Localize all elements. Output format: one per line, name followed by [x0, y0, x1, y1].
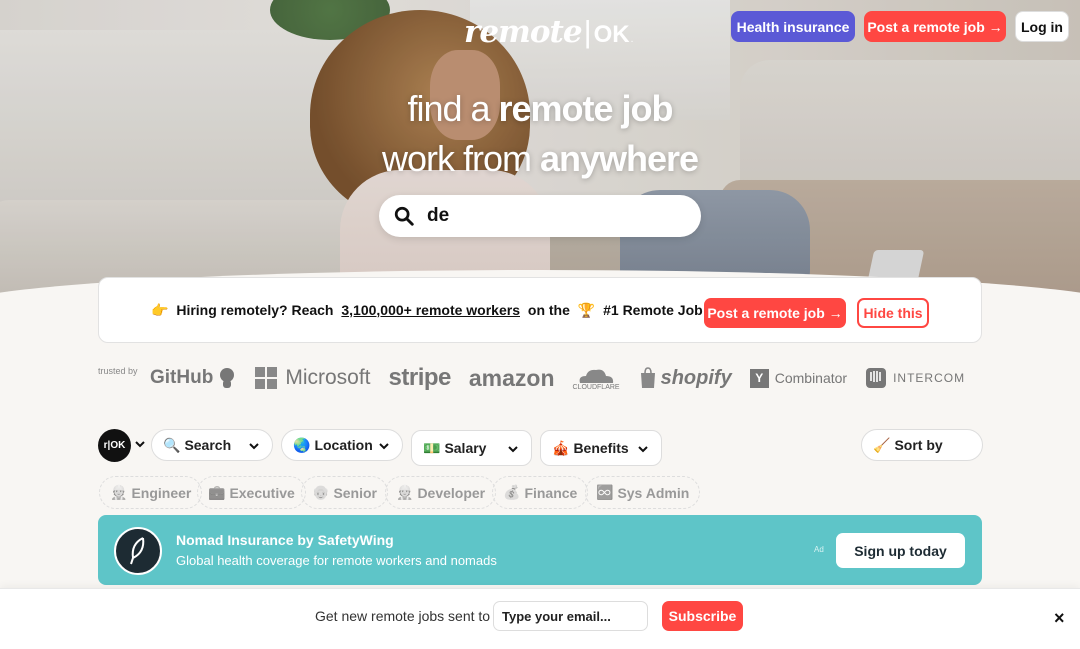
hero-headline-1: find a remote job: [407, 88, 673, 129]
chevron-down-icon: [379, 443, 389, 450]
briefcase-icon: 💼: [208, 484, 226, 500]
tag-executive[interactable]: 💼 Executive: [197, 476, 306, 509]
search-icon: [394, 206, 414, 226]
ad-signup-button[interactable]: Sign up today: [836, 533, 965, 568]
banner-post-job-button[interactable]: Post a remote job →: [704, 298, 846, 328]
hero-search-box[interactable]: [379, 195, 701, 237]
stripe-logo: stripe: [388, 364, 452, 391]
worker-icon: 👷: [396, 484, 414, 500]
filter-location[interactable]: 🌏 Location: [281, 429, 403, 461]
github-logo: GitHub: [150, 367, 237, 389]
site-logo[interactable]: remote | OK .: [464, 14, 633, 58]
email-field[interactable]: [493, 601, 648, 631]
old-man-icon: 👴: [312, 484, 330, 500]
hiring-reach-link[interactable]: 3,100,000+ remote workers: [341, 302, 520, 318]
tag-engineer[interactable]: 👷 Engineer: [99, 476, 203, 509]
shopping-bag-icon: [640, 367, 655, 388]
pointing-hand-icon: 👉: [151, 301, 169, 318]
ycombinator-logo: Y Combinator: [749, 368, 847, 388]
chevron-down-icon: [508, 446, 518, 453]
banner-hide-button[interactable]: Hide this: [857, 298, 929, 328]
ad-subtitle: Global health coverage for remote worker…: [176, 553, 497, 568]
logo-dot: .: [630, 34, 634, 45]
intercom-logo: INTERCOM: [865, 367, 965, 389]
ad-title: Nomad Insurance by SafetyWing: [176, 532, 394, 548]
login-button[interactable]: Log in: [1015, 11, 1069, 42]
infinity-icon: ♾️: [596, 484, 614, 500]
tag-sys-admin[interactable]: ♾️ Sys Admin: [585, 476, 701, 509]
tag-finance[interactable]: 💰 Finance: [492, 476, 589, 509]
tag-senior[interactable]: 👴 Senior: [301, 476, 389, 509]
magnifier-icon: 🔍: [163, 436, 181, 453]
ad-label: Ad: [814, 545, 824, 554]
trusted-logos-row: GitHub Microsoft stripe amazon CLOUDFLAR…: [150, 360, 982, 396]
chevron-down-icon[interactable]: [134, 438, 146, 450]
intercom-icon: [866, 368, 887, 388]
logo-separator: |: [583, 14, 592, 49]
worker-icon: 👷: [110, 484, 128, 500]
site-avatar[interactable]: r|OK: [98, 429, 131, 462]
filter-benefits[interactable]: 🎪 Benefits: [540, 430, 662, 466]
logo-remote-text: remote: [464, 14, 583, 50]
microsoft-grid-icon: [255, 367, 278, 389]
amazon-logo: amazon: [468, 364, 555, 391]
microsoft-logo: Microsoft: [255, 366, 371, 390]
cloudflare-logo: CLOUDFLARE: [573, 366, 620, 391]
filter-sort-by[interactable]: 🧹 Sort by: [861, 429, 983, 461]
feather-icon: [114, 527, 162, 575]
broom-icon: 🧹: [873, 436, 891, 453]
hero-headline-2: work from anywhere: [381, 138, 699, 179]
subscribe-bar: Get new remote jobs sent to Subscribe ×: [0, 588, 1080, 649]
trophy-icon: 🏆: [577, 301, 596, 318]
close-icon[interactable]: ×: [1054, 609, 1068, 627]
post-remote-job-button[interactable]: Post a remote job →: [864, 11, 1006, 42]
subscribe-text: Get new remote jobs sent to: [315, 608, 491, 624]
chevron-down-icon: [638, 446, 648, 453]
trusted-by-label: trusted by: [98, 366, 138, 376]
circus-tent-icon: 🎪: [552, 439, 570, 456]
logo-ok-text: OK: [593, 21, 630, 48]
hiring-text-b: on the: [527, 301, 570, 318]
hiring-text-a: Hiring remotely? Reach: [176, 301, 334, 318]
hiring-banner: 👉 Hiring remotely? Reach 3,100,000+ remo…: [98, 277, 982, 343]
octocat-icon: [220, 368, 235, 388]
globe-icon: 🌏: [293, 436, 311, 453]
cloud-icon: [579, 369, 614, 383]
yc-box-icon: Y: [749, 368, 769, 388]
filter-search[interactable]: 🔍 Search: [151, 429, 273, 461]
health-insurance-button[interactable]: Health insurance: [731, 11, 855, 42]
safetywing-ad[interactable]: Nomad Insurance by SafetyWing Global hea…: [98, 515, 982, 585]
money-icon: 💵: [423, 439, 441, 456]
subscribe-button[interactable]: Subscribe: [662, 601, 743, 631]
tag-developer[interactable]: 👷 Developer: [385, 476, 497, 509]
filter-salary[interactable]: 💵 Salary: [411, 430, 532, 466]
chevron-down-icon: [249, 443, 259, 450]
money-bag-icon: 💰: [503, 484, 521, 500]
hero-search-input[interactable]: [427, 205, 667, 227]
shopify-logo: shopify: [638, 367, 732, 390]
